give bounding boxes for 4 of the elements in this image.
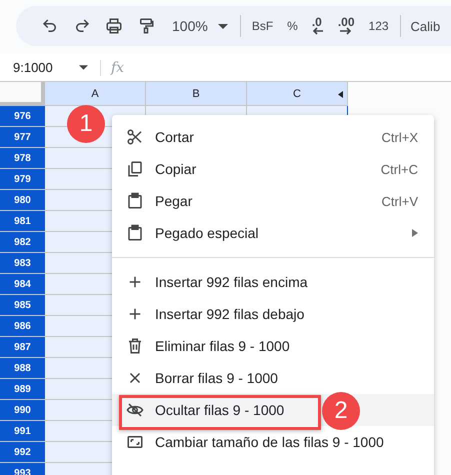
shortcut-label: Ctrl+C [380,162,418,176]
shortcut-label: Ctrl+X [382,130,418,144]
fx-label: fx [100,60,124,76]
shortcut-label: Ctrl+V [382,194,418,208]
